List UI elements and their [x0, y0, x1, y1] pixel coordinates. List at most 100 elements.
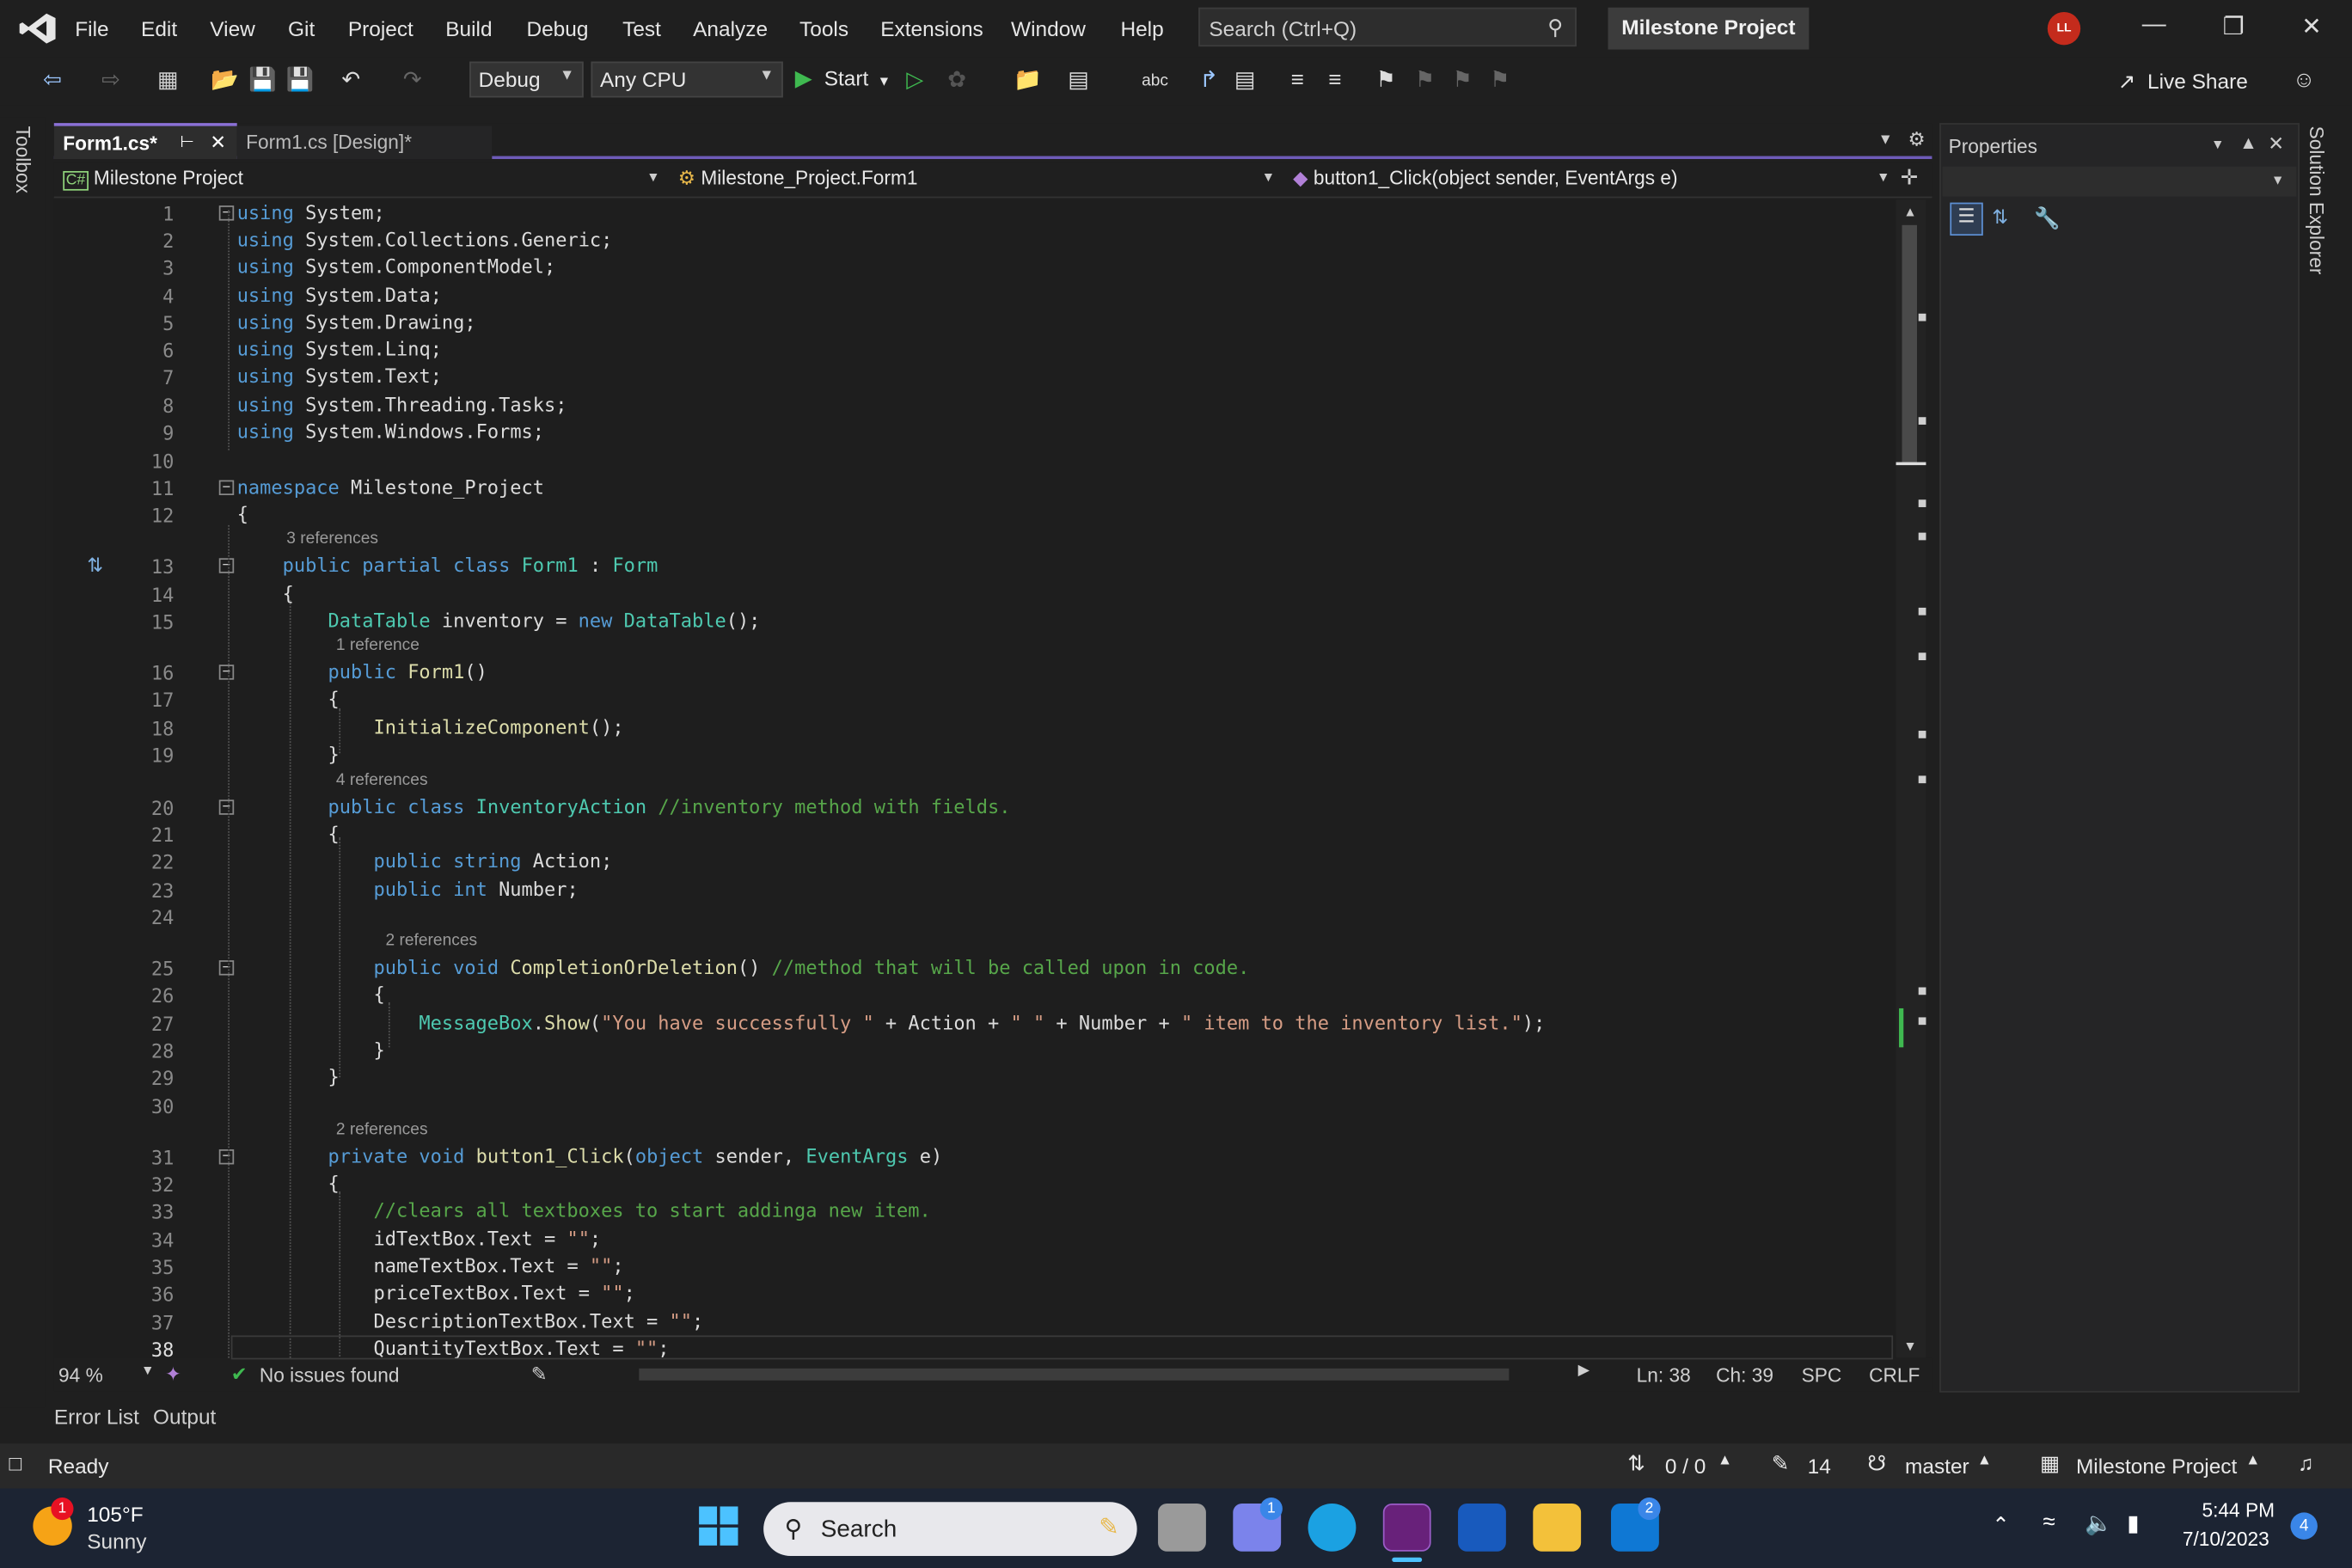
code-line[interactable]: using System.Threading.Tasks; — [237, 393, 567, 415]
code-line[interactable]: { — [237, 823, 340, 845]
alphabetical-icon[interactable]: ⇅ — [1992, 205, 2008, 230]
close-icon[interactable]: ✕ — [2268, 132, 2284, 156]
chevron-up-icon[interactable]: ▲ — [2245, 1453, 2260, 1469]
code-line[interactable]: { — [237, 983, 384, 1005]
scroll-down-icon[interactable]: ▼ — [1903, 1338, 1917, 1353]
save-all-icon[interactable]: 💾 — [285, 66, 315, 96]
branch-name[interactable]: master — [1905, 1454, 1969, 1478]
file-explorer-icon[interactable] — [1533, 1503, 1582, 1552]
menu-view[interactable]: View — [210, 16, 255, 40]
code-line[interactable]: public string Action; — [237, 849, 612, 872]
categorized-icon[interactable]: ☰ — [1950, 202, 1983, 236]
code-line[interactable]: InitializeComponent(); — [237, 716, 623, 738]
code-line[interactable]: namespace Milestone_Project — [237, 475, 544, 498]
code-line[interactable]: public class InventoryAction //inventory… — [237, 795, 1011, 818]
collapse-icon[interactable]: − — [218, 799, 235, 815]
code-line[interactable]: idTextBox.Text = ""; — [237, 1228, 601, 1250]
object-selector-dropdown[interactable]: ▼ — [1942, 166, 2297, 197]
code-line[interactable]: } — [237, 1065, 340, 1087]
menu-debug[interactable]: Debug — [526, 16, 588, 40]
code-line[interactable]: MessageBox.Show("You have successfully "… — [237, 1011, 1545, 1033]
line-indicator[interactable]: Ln: 38 — [1637, 1364, 1691, 1387]
notifications-bell-icon[interactable]: ♫ — [2298, 1451, 2313, 1475]
code-line[interactable]: priceTextBox.Text = ""; — [237, 1282, 634, 1304]
clock-date[interactable]: 7/10/2023 — [2183, 1528, 2269, 1550]
clock-time[interactable]: 5:44 PM — [2202, 1499, 2275, 1522]
tab-form1-cs[interactable]: Form1.cs* ⊢ ✕ — [53, 123, 237, 160]
menu-file[interactable]: File — [75, 16, 108, 40]
pin-icon[interactable]: ▲ — [2239, 132, 2257, 153]
copilot-icon[interactable]: ✦ — [165, 1363, 181, 1387]
collapse-icon[interactable]: − — [218, 1149, 235, 1165]
tab-form1-design[interactable]: Form1.cs [Design]* — [236, 126, 493, 160]
code-line[interactable]: using System; — [237, 201, 385, 224]
codelens-references[interactable]: 2 references — [385, 932, 477, 950]
chevron-up-icon[interactable]: ▲ — [1977, 1453, 1992, 1469]
collapse-icon[interactable]: − — [218, 960, 235, 976]
scroll-up-icon[interactable]: ▲ — [1903, 204, 1917, 218]
scrollbar-thumb[interactable] — [1902, 224, 1917, 466]
tray-overflow-icon[interactable]: ⌃ — [1992, 1512, 2009, 1538]
code-line[interactable]: } — [237, 743, 340, 765]
code-line[interactable]: { — [237, 582, 294, 604]
avatar[interactable]: LL — [2047, 11, 2081, 46]
close-tab-icon[interactable]: ✕ — [210, 131, 226, 155]
tab-list-icon[interactable]: ▼ — [1878, 132, 1893, 149]
menu-window[interactable]: Window — [1011, 16, 1086, 40]
wrench-icon[interactable]: 🔧 — [2034, 205, 2060, 231]
pending-changes[interactable]: 0 / 0 — [1665, 1454, 1706, 1478]
save-icon[interactable]: 💾 — [248, 66, 278, 96]
start-without-debugging-icon[interactable]: ▷ — [900, 66, 930, 96]
collapse-icon[interactable]: − — [218, 665, 235, 680]
volume-icon[interactable]: 🔈 — [2085, 1510, 2113, 1537]
menu-help[interactable]: Help — [1120, 16, 1163, 40]
code-line[interactable]: DescriptionTextBox.Text = ""; — [237, 1310, 703, 1332]
zoom-level[interactable]: 94 % — [58, 1364, 103, 1387]
code-line[interactable]: using System.ComponentModel; — [237, 255, 556, 278]
notification-count[interactable]: 4 — [2290, 1512, 2318, 1540]
code-line[interactable]: using System.Linq; — [237, 338, 442, 360]
task-view-icon[interactable] — [1158, 1503, 1206, 1552]
uncomment-icon[interactable]: ≡ — [1320, 66, 1351, 96]
code-line[interactable]: } — [237, 1038, 384, 1061]
redo-icon[interactable]: ↷ — [397, 66, 427, 96]
edge-browser-icon[interactable] — [1308, 1503, 1357, 1552]
member-scope-dropdown[interactable]: ◆ button1_Click(object sender, EventArgs… — [1287, 165, 1896, 195]
format-icon[interactable]: ▤ — [1230, 66, 1260, 96]
forward-icon[interactable]: ⇨ — [96, 66, 126, 96]
menu-tools[interactable]: Tools — [799, 16, 848, 40]
battery-icon[interactable]: ▮ — [2127, 1510, 2139, 1537]
codelens-references[interactable]: 4 references — [336, 771, 428, 789]
code-line[interactable]: //clears all textboxes to start addinga … — [237, 1199, 930, 1222]
code-line[interactable]: using System.Collections.Generic; — [237, 228, 613, 250]
collapse-icon[interactable]: − — [218, 558, 235, 573]
new-project-icon[interactable]: ▦ — [153, 66, 183, 96]
search-input[interactable]: Search (Ctrl+Q) ⚲ — [1198, 7, 1577, 47]
menu-test[interactable]: Test — [622, 16, 661, 40]
chevron-up-icon[interactable]: ▲ — [1718, 1453, 1732, 1469]
close-icon[interactable]: ✕ — [2294, 12, 2330, 45]
menu-edit[interactable]: Edit — [141, 16, 177, 40]
solution-explorer-tab[interactable]: Solution Explorer — [2306, 126, 2328, 275]
codelens-references[interactable]: 2 references — [336, 1121, 428, 1139]
toolbox-tab[interactable]: Toolbox — [12, 126, 34, 193]
step-icon[interactable]: ↱ — [1194, 66, 1224, 96]
code-line[interactable]: using System.Data; — [237, 284, 442, 306]
next-bookmark-icon[interactable]: ⚑ — [1448, 66, 1478, 96]
menu-extensions[interactable]: Extensions — [880, 16, 983, 40]
code-line[interactable]: public partial class Form1 : Form — [237, 554, 658, 576]
visual-studio-logo-icon[interactable] — [18, 12, 57, 45]
solution-config-dropdown[interactable]: Debug ▼ — [469, 61, 584, 98]
collapse-icon[interactable]: − — [218, 480, 235, 495]
bookmark-icon[interactable]: ⚑ — [1371, 66, 1401, 96]
open-folder-icon[interactable]: 📂 — [210, 66, 240, 96]
repository-name[interactable]: Milestone Project — [2076, 1454, 2237, 1478]
whitespace-indicator[interactable]: SPC — [1802, 1364, 1842, 1387]
menu-build[interactable]: Build — [445, 16, 492, 40]
menu-project[interactable]: Project — [348, 16, 413, 40]
minimize-icon[interactable]: — — [2136, 12, 2172, 45]
windows-start-icon[interactable] — [699, 1506, 738, 1546]
code-line[interactable]: public int Number; — [237, 878, 578, 900]
start-button[interactable]: ▶ Start ▼ — [795, 64, 891, 92]
codelens-references[interactable]: 1 reference — [336, 636, 420, 654]
